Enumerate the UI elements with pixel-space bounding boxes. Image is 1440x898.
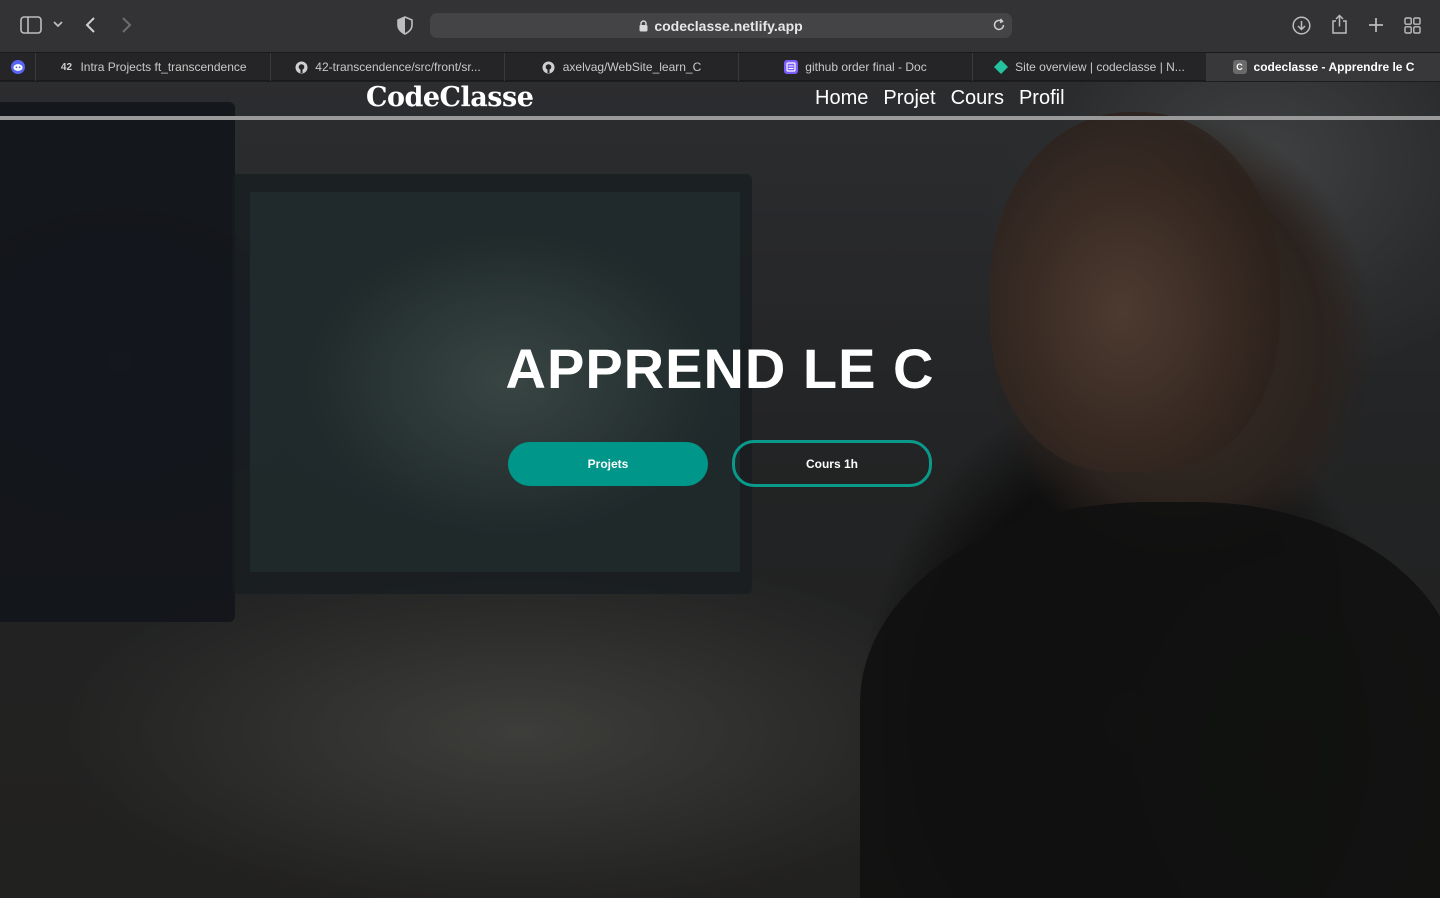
tab-github-order-doc[interactable]: github order final - Doc <box>739 53 973 81</box>
tab-label: axelvag/WebSite_learn_C <box>562 60 702 74</box>
sidebar-toggle-icon[interactable] <box>20 16 42 34</box>
42-icon: 42 <box>60 61 73 73</box>
tab-netlify-overview[interactable]: Site overview | codeclasse | N... <box>973 53 1207 81</box>
lock-icon <box>639 19 648 32</box>
nav-cours[interactable]: Cours <box>951 87 1004 110</box>
share-icon[interactable] <box>1331 14 1348 35</box>
privacy-shield-icon[interactable] <box>397 16 413 35</box>
dark-overlay <box>0 82 1440 898</box>
doc-icon <box>784 60 799 74</box>
tab-github-website[interactable]: axelvag/WebSite_learn_C <box>505 53 739 81</box>
nav-home[interactable]: Home <box>815 87 868 110</box>
chevron-down-icon[interactable] <box>53 20 63 28</box>
nav-projet[interactable]: Projet <box>883 87 935 110</box>
site-navbar: CodeClasse Home Projet Cours Profil <box>0 82 1440 120</box>
netlify-icon <box>994 60 1009 74</box>
cours-1h-button[interactable]: Cours 1h <box>732 440 932 487</box>
tab-discord[interactable] <box>0 53 36 81</box>
new-tab-plus-icon[interactable] <box>1368 17 1384 33</box>
browser-toolbar: codeclasse.netlify.app <box>0 0 1440 52</box>
nav-profil[interactable]: Profil <box>1019 87 1065 110</box>
tab-label: github order final - Doc <box>805 60 927 74</box>
url-text: codeclasse.netlify.app <box>654 17 803 34</box>
download-icon[interactable] <box>1292 16 1311 35</box>
tab-codeclasse[interactable]: C codeclasse - Apprendre le C <box>1207 53 1440 81</box>
codeclasse-favicon: C <box>1232 60 1247 74</box>
tab-label: Intra Projects ft_transcendence <box>80 60 247 74</box>
github-icon <box>542 60 556 74</box>
tab-intra-projects[interactable]: 42 Intra Projects ft_transcendence <box>36 53 271 81</box>
back-arrow-icon[interactable] <box>84 16 98 34</box>
page-viewport: CodeClasse Home Projet Cours Profil APPR… <box>0 82 1440 898</box>
tab-label: 42-transcendence/src/front/sr... <box>315 60 481 74</box>
reload-icon[interactable] <box>992 18 1006 35</box>
nav-links: Home Projet Cours Profil <box>815 87 1065 110</box>
site-logo[interactable]: CodeClasse <box>366 82 534 113</box>
hero-title: APPREND LE C <box>505 337 935 400</box>
nav-divider <box>0 116 1440 120</box>
github-icon <box>294 60 308 74</box>
discord-icon <box>10 60 25 74</box>
tab-github-transcendence[interactable]: 42-transcendence/src/front/sr... <box>271 53 505 81</box>
tab-label: codeclasse - Apprendre le C <box>1253 60 1415 74</box>
forward-arrow-icon[interactable] <box>119 16 133 34</box>
tab-overview-icon[interactable] <box>1404 17 1421 34</box>
tab-bar: 42 Intra Projects ft_transcendence 42-tr… <box>0 52 1440 81</box>
tab-label: Site overview | codeclasse | N... <box>1015 60 1185 74</box>
projets-button[interactable]: Projets <box>508 442 708 486</box>
address-bar[interactable]: codeclasse.netlify.app <box>430 13 1012 38</box>
